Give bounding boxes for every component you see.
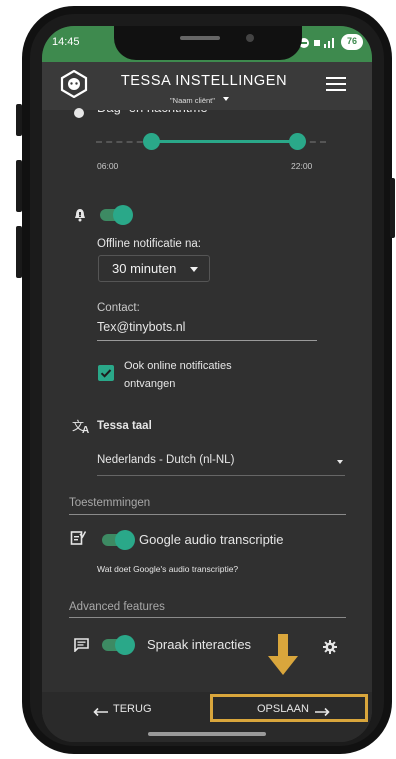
online-notification-checkbox[interactable] (98, 365, 114, 381)
back-button-label: TERUG (113, 703, 152, 715)
advanced-section-title: Advanced features (69, 601, 165, 613)
offline-notification-label: Offline notificatie na: (97, 238, 201, 250)
permissions-section-title: Toestemmingen (69, 497, 151, 509)
end-time-label: 22:00 (291, 161, 313, 171)
camera-dot (246, 34, 254, 42)
status-signal-icon (299, 38, 334, 48)
phone-power-button (390, 178, 395, 238)
day-night-icon (72, 106, 86, 120)
speech-interactions-toggle[interactable] (102, 635, 135, 655)
speech-interactions-label: Spraak interacties (147, 637, 252, 652)
google-transcription-toggle[interactable] (102, 530, 135, 550)
back-button[interactable]: TERUG (62, 698, 172, 724)
arrow-left-icon (93, 704, 109, 722)
hamburger-menu-icon[interactable] (326, 76, 346, 92)
save-button-label: OPSLAAN (257, 703, 309, 715)
contact-field[interactable]: Tex@tinybots.nl (97, 320, 185, 334)
language-value: Nederlands - Dutch (nl-NL) (97, 454, 235, 466)
chevron-down-icon (190, 267, 198, 272)
arrow-right-icon (314, 704, 330, 722)
toggle-knob (115, 530, 135, 550)
permissions-divider (69, 514, 346, 515)
speaker-slot (180, 36, 220, 40)
phone-volume-up-button (16, 160, 22, 212)
transcript-icon (70, 530, 87, 551)
language-label: Tessa taal (97, 420, 152, 432)
language-select[interactable]: Nederlands - Dutch (nl-NL) (97, 452, 345, 474)
app-header: TESSA INSTELLINGEN "Naam cliënt" (42, 62, 372, 110)
contact-field-underline (97, 340, 317, 341)
save-button[interactable]: OPSLAAN (210, 694, 368, 722)
google-transcription-help-link[interactable]: Wat doet Google's audio transcriptie? (97, 564, 238, 574)
tessa-logo-icon (60, 69, 88, 103)
phone-side-button (16, 104, 22, 136)
toggle-knob (115, 635, 135, 655)
chevron-down-icon (337, 460, 343, 464)
checkmark-icon (100, 369, 112, 378)
down-arrow-annotation-icon (268, 634, 298, 681)
page-title: TESSA INSTELLINGEN (120, 73, 288, 89)
status-time: 14:45 (52, 36, 80, 48)
offline-time-value: 30 minuten (112, 261, 177, 276)
phone-volume-down-button (16, 226, 22, 278)
bell-icon (74, 208, 86, 227)
contact-label: Contact: (97, 302, 140, 314)
battery-level: 76 (346, 36, 357, 46)
slider-end-handle[interactable] (289, 133, 306, 150)
chevron-down-icon (223, 96, 230, 101)
gear-icon[interactable] (323, 640, 337, 659)
speech-bubble-icon (74, 638, 89, 657)
svg-text:A: A (82, 425, 89, 434)
camera-notch (114, 26, 302, 60)
advanced-divider (69, 617, 346, 618)
client-selector[interactable]: "Naam cliënt" (170, 90, 250, 105)
translate-icon: 文A (72, 418, 92, 439)
home-indicator (148, 732, 266, 736)
language-select-underline (97, 475, 345, 476)
app-screen: 14:45 76 TESSA INSTELLINGEN "Naam cliënt… (42, 26, 372, 742)
day-night-slider[interactable] (96, 132, 326, 152)
online-notification-label: Ook online notificaties ontvangen (124, 360, 232, 390)
slider-start-handle[interactable] (143, 133, 160, 150)
notification-toggle[interactable] (100, 205, 133, 225)
status-icons (298, 36, 338, 50)
start-time-label: 06:00 (97, 161, 119, 171)
client-name: "Naam cliënt" (170, 96, 215, 105)
offline-time-select[interactable]: 30 minuten (98, 255, 210, 282)
google-transcription-label: Google audio transcriptie (139, 532, 284, 547)
slider-track-active (151, 140, 297, 143)
toggle-knob (113, 205, 133, 225)
